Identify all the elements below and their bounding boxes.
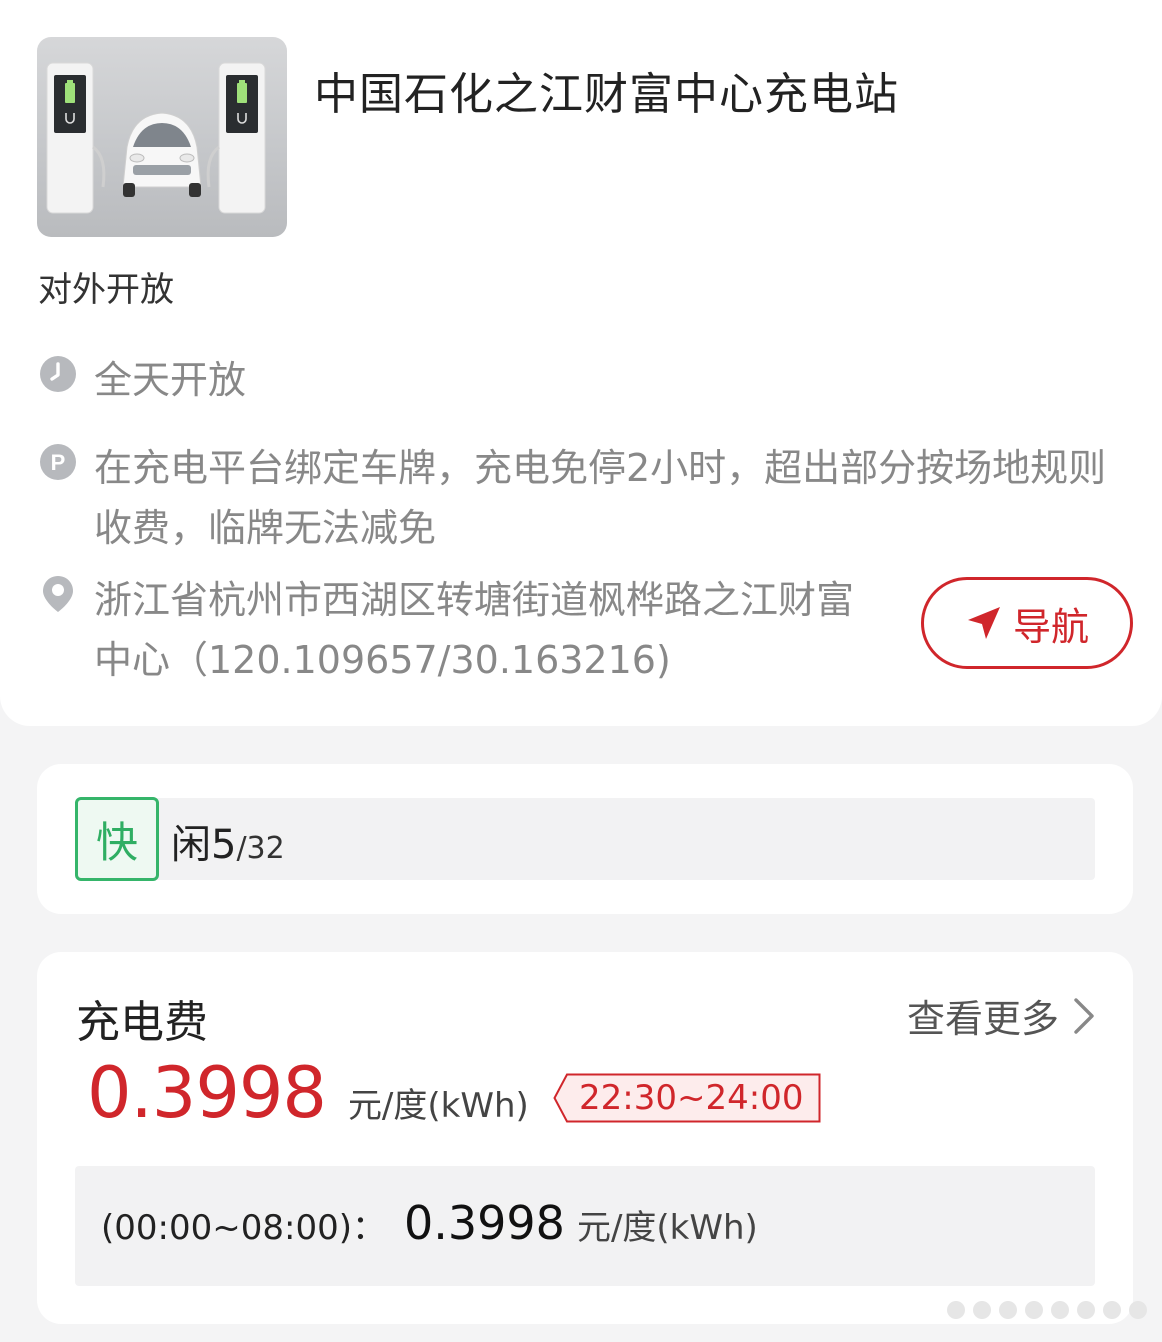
address-row: 浙江省杭州市西湖区转塘街道枫桦路之江财富中心（120.109657/30.163…: [38, 570, 874, 690]
station-photo: [37, 37, 287, 237]
station-title: 中国石化之江财富中心充电站: [314, 69, 899, 120]
open-status-tag: 对外开放: [38, 270, 174, 310]
fast-charger-availability[interactable]: 快 闲 5 /32: [75, 797, 1095, 881]
navigation-button[interactable]: 导航: [921, 577, 1133, 669]
watermark-mark: [947, 1301, 1147, 1319]
station-info-card: 中国石化之江财富中心充电站 对外开放 全天开放 P 在充电平台绑定车牌，充电免停…: [0, 0, 1162, 726]
navigation-arrow-icon: [967, 607, 1000, 639]
current-price: 0.3998: [87, 1052, 327, 1134]
address-text: 浙江省杭州市西湖区转塘街道枫桦路之江财富中心（120.109657/30.163…: [94, 578, 855, 682]
svg-text:P: P: [51, 450, 66, 475]
idle-label: 闲: [171, 822, 211, 868]
parking-info-row: P 在充电平台绑定车牌，充电免停2小时，超出部分按场地规则收费，临牌无法减免: [38, 438, 1134, 558]
navigation-label: 导航: [1012, 604, 1089, 649]
current-period-tag: 22:30~24:00: [553, 1073, 821, 1123]
availability-count: 闲 5 /32: [171, 812, 285, 870]
clock-icon: [40, 356, 76, 392]
price-period-item: (00:00~08:00)： 0.3998 元/度(kWh): [101, 1196, 758, 1250]
price-unit: 元/度(kWh): [347, 1086, 529, 1126]
period-unit: 元/度(kWh): [576, 1208, 758, 1248]
parking-icon: P: [40, 444, 76, 480]
total-count: /32: [236, 831, 285, 866]
location-pin-icon: [43, 576, 73, 612]
charging-station-illustration: [46, 62, 266, 214]
view-more-label: 查看更多: [906, 997, 1059, 1041]
current-period-text: 22:30~24:00: [579, 1078, 804, 1118]
current-price-row: 0.3998 元/度(kWh): [87, 1052, 529, 1134]
parking-info-text: 在充电平台绑定车牌，充电免停2小时，超出部分按场地规则收费，临牌无法减免: [94, 446, 1107, 550]
opening-hours-text: 全天开放: [94, 358, 247, 402]
period-time-label: (00:00~08:00)：: [101, 1208, 386, 1248]
chevron-right-icon: [1074, 997, 1094, 1034]
free-count: 5: [211, 822, 237, 868]
price-period-list: (00:00~08:00)： 0.3998 元/度(kWh): [75, 1166, 1095, 1286]
charging-fee-card: 充电费 查看更多 0.3998 元/度(kWh) 22:30~24:00 (00…: [37, 952, 1133, 1324]
view-more-link[interactable]: 查看更多: [907, 988, 1095, 1043]
period-price: 0.3998: [403, 1196, 565, 1250]
fast-charge-badge: 快: [75, 797, 159, 881]
fee-title: 充电费: [76, 997, 208, 1048]
opening-hours-row: 全天开放: [38, 350, 246, 410]
availability-card: 快 闲 5 /32: [37, 764, 1133, 914]
